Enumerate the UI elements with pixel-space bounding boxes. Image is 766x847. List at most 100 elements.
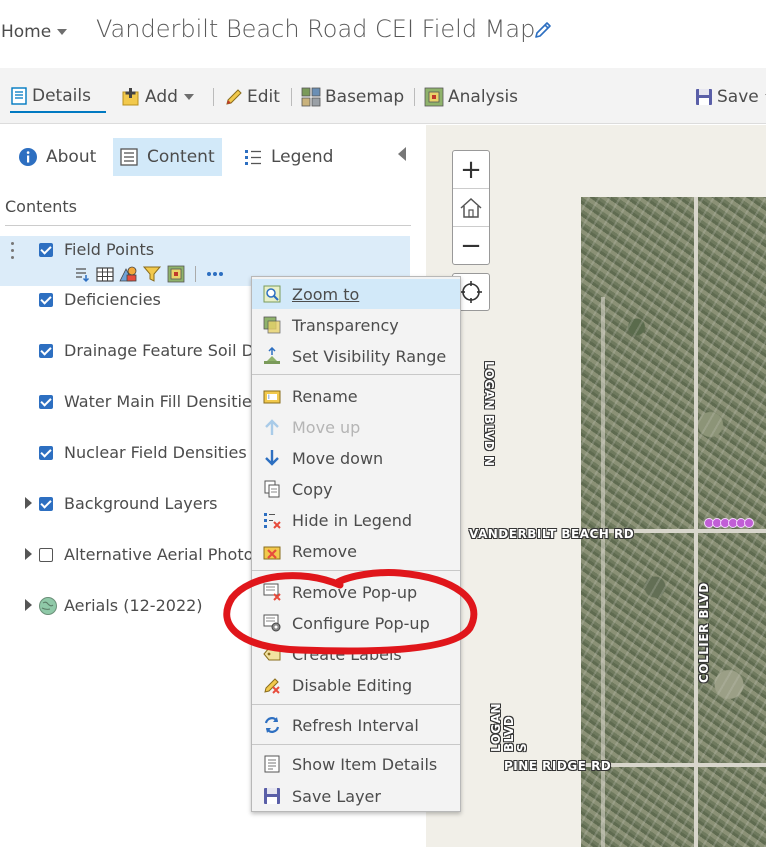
basemap-label: Basemap: [325, 87, 405, 107]
menu-item-label: Remove Pop-up: [292, 582, 418, 602]
map-label-collier-blvd: COLLIER BLVD: [697, 582, 711, 683]
tab-legend[interactable]: Legend: [237, 138, 339, 176]
home-label: Home: [1, 22, 52, 42]
menu-divider: [252, 570, 460, 571]
details-icon: [11, 87, 27, 105]
home-menu[interactable]: Home: [1, 22, 68, 42]
menu-item-rename[interactable]: I Rename: [252, 381, 460, 411]
basemap-icon: [301, 87, 321, 107]
menu-item-remove-popup[interactable]: Remove Pop-up: [252, 577, 460, 607]
svg-text:I: I: [268, 394, 270, 401]
menu-item-label: Show Item Details: [292, 754, 438, 774]
layer-checkbox[interactable]: [39, 548, 53, 562]
contents-heading: Contents: [5, 197, 77, 216]
toolbar: Details Add Edit Basemap Analysis Save: [0, 68, 766, 124]
map-marker[interactable]: [744, 518, 754, 528]
refresh-icon: [262, 715, 282, 735]
layer-name: Water Main Fill Densitie: [64, 392, 252, 411]
menu-item-transparency[interactable]: Transparency: [252, 310, 460, 340]
perform-analysis-icon[interactable]: [167, 265, 186, 283]
menu-item-zoom-to[interactable]: Zoom to: [252, 279, 460, 309]
menu-item-label: Save Layer: [292, 786, 381, 806]
menu-item-label: Rename: [292, 386, 358, 406]
menu-item-copy[interactable]: Copy: [252, 474, 460, 504]
save-layer-icon: [262, 786, 282, 806]
menu-item-label: Create Labels: [292, 644, 402, 664]
legend-toggle-icon[interactable]: [74, 266, 91, 283]
edit-label: Edit: [247, 87, 280, 107]
analysis-button[interactable]: Analysis: [424, 85, 518, 109]
layer-name: Nuclear Field Densities: [64, 443, 247, 462]
menu-item-label: Remove: [292, 541, 357, 561]
field-points-markers[interactable]: [704, 518, 754, 528]
road: [694, 197, 698, 847]
analysis-icon: [424, 87, 444, 107]
configure-popup-icon: [262, 613, 282, 633]
edit-icon: [226, 89, 242, 105]
tab-about[interactable]: About: [12, 138, 102, 176]
menu-item-hide-in-legend[interactable]: Hide in Legend: [252, 505, 460, 535]
home-extent-button[interactable]: [453, 189, 489, 227]
layer-checkbox[interactable]: [39, 243, 53, 257]
menu-item-save-layer[interactable]: Save Layer: [252, 781, 460, 811]
menu-item-refresh-interval[interactable]: Refresh Interval: [252, 710, 460, 740]
expand-icon[interactable]: [25, 548, 32, 560]
more-options-icon[interactable]: [205, 269, 225, 279]
drag-handle-icon[interactable]: [11, 242, 15, 263]
expand-icon[interactable]: [25, 497, 32, 509]
menu-item-configure-popup[interactable]: Configure Pop-up: [252, 608, 460, 638]
save-button[interactable]: Save: [695, 85, 766, 109]
menu-item-label: Transparency: [292, 315, 399, 335]
pencil-icon[interactable]: [533, 20, 553, 40]
layer-name: Background Layers: [64, 494, 218, 513]
layer-name: Field Points: [64, 240, 155, 259]
menu-item-disable-editing[interactable]: Disable Editing: [252, 670, 460, 700]
menu-item-visibility-range[interactable]: Set Visibility Range: [252, 341, 460, 371]
save-label: Save: [717, 87, 759, 107]
table-icon[interactable]: [96, 266, 114, 283]
layer-checkbox[interactable]: [39, 497, 53, 511]
copy-icon: [262, 479, 282, 499]
details-button[interactable]: Details: [10, 83, 106, 113]
tab-content-label: Content: [147, 147, 215, 167]
layer-checkbox[interactable]: [39, 446, 53, 460]
layer-checkbox[interactable]: [39, 344, 53, 358]
menu-item-label: Refresh Interval: [292, 715, 419, 735]
basemap-button[interactable]: Basemap: [301, 85, 404, 109]
add-button[interactable]: Add: [121, 85, 194, 109]
save-icon: [696, 89, 712, 105]
locate-icon: [460, 281, 482, 303]
menu-item-move-down[interactable]: Move down: [252, 443, 460, 473]
chevron-down-icon: [57, 29, 68, 35]
menu-item-remove[interactable]: Remove: [252, 536, 460, 566]
menu-item-label: Move down: [292, 448, 384, 468]
zoom-out-button[interactable]: −: [453, 227, 489, 265]
rename-icon: I: [262, 386, 282, 406]
create-labels-icon: [262, 644, 282, 664]
content-icon: [120, 148, 138, 166]
collapse-panel-icon[interactable]: [398, 147, 406, 161]
visibility-range-icon: [262, 346, 282, 366]
menu-divider: [252, 374, 460, 375]
divider: [5, 225, 411, 226]
change-style-icon[interactable]: [119, 265, 138, 283]
add-label: Add: [145, 87, 178, 107]
menu-item-move-up: Move up: [252, 412, 460, 442]
menu-divider: [252, 704, 460, 705]
expand-icon[interactable]: [25, 599, 32, 611]
home-icon: [460, 197, 482, 218]
map-label-vanderbilt-beach-rd: VANDERBILT BEACH RD: [469, 527, 635, 541]
menu-item-show-item-details[interactable]: Show Item Details: [252, 749, 460, 779]
menu-item-label: Copy: [292, 479, 333, 499]
map-view[interactable]: LOGAN BLVD N VANDERBILT BEACH RD COLLIER…: [426, 125, 766, 847]
zoom-in-button[interactable]: +: [453, 151, 489, 189]
toolbar-divider: [291, 88, 292, 106]
edit-button[interactable]: Edit: [225, 85, 280, 109]
tab-content[interactable]: Content: [113, 138, 222, 176]
layer-checkbox[interactable]: [39, 293, 53, 307]
menu-item-create-labels[interactable]: Create Labels: [252, 639, 460, 669]
item-details-icon: [262, 754, 282, 774]
chevron-down-icon: [183, 94, 194, 100]
filter-icon[interactable]: [143, 265, 162, 283]
layer-checkbox[interactable]: [39, 395, 53, 409]
